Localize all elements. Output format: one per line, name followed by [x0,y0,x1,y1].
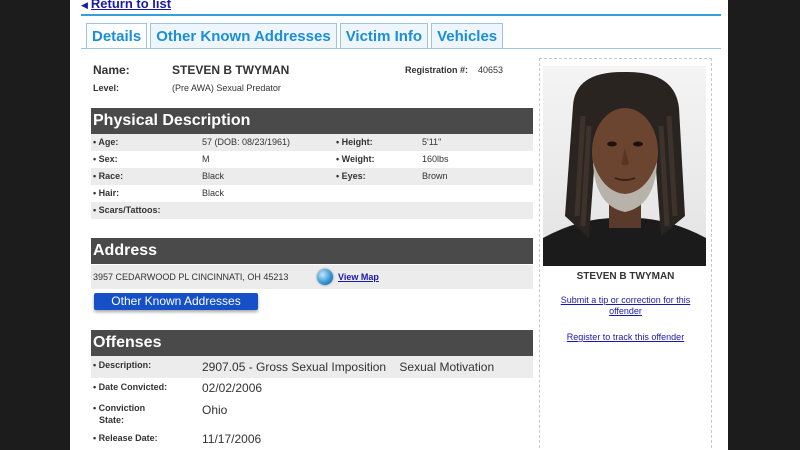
description-value: 2907.05 - Gross Sexual Imposition Sexual… [202,360,495,374]
race-label: • Race: [93,171,124,181]
sex-label: • Sex: [93,154,118,164]
offense-row-description: • Description: 2907.05 - Gross Sexual Im… [91,356,533,378]
offender-photo [543,66,706,266]
globe-icon[interactable] [317,269,333,285]
age-value: 57 (DOB: 08/23/1961) [202,137,291,147]
name-label: Name: [93,63,130,77]
offender-name: STEVEN B TWYMAN [172,63,290,77]
height-label: • Height: [336,137,373,147]
date-convicted-value: 02/02/2006 [202,381,263,395]
description-label: • Description: [93,360,152,370]
physical-row-scars: • Scars/Tattoos: [91,202,533,219]
conviction-state-value: Ohio [202,403,228,417]
eyes-label: • Eyes: [336,171,366,181]
arrow-left-icon: ◀ [81,0,88,10]
race-value: Black [202,171,225,181]
tab-victim-info[interactable]: Victim Info [339,23,429,48]
conviction-state-label-line2: State: [99,415,125,425]
registration-number: 40653 [478,65,504,75]
photo-caption: STEVEN B TWYMAN [576,271,675,282]
view-map-link[interactable]: View Map [338,265,379,289]
release-date-value: 11/17/2006 [202,432,262,446]
submit-tip-link-line1[interactable]: Submit a tip or correction for this [540,295,711,306]
header-divider [81,14,721,16]
registration-label: Registration #: [405,65,469,75]
weight-label: • Weight: [336,154,375,164]
physical-row-sex-weight: • Sex: M • Weight: 160lbs [91,151,533,168]
conviction-state-label-line1: • Conviction [93,403,146,413]
address-line: 3957 CEDARWOOD PL CINCINNATI, OH 45213 [93,272,289,282]
offender-detail-page: ◀ Return to list Details Other Known Addr… [70,0,728,450]
other-known-addresses-button[interactable]: Other Known Addresses [94,293,258,310]
level-label: Level: [93,83,120,93]
height-value: 5'11" [422,137,442,147]
offense-row-state: • Conviction State: Ohio [91,399,533,427]
physical-description-heading: Physical Description [91,108,533,134]
hair-value: Black [202,188,225,198]
offense-row-convicted: • Date Convicted: 02/02/2006 [91,378,533,398]
return-to-list-link[interactable]: ◀ Return to list [81,0,171,11]
scars-label: • Scars/Tattoos: [93,205,161,215]
offender-sidebar: STEVEN B TWYMAN Submit a tip or correcti… [539,58,712,450]
physical-row-race-eyes: • Race: Black • Eyes: Brown [91,168,533,185]
address-heading: Address [91,238,533,264]
weight-value: 160lbs [422,154,449,164]
register-track-link[interactable]: Register to track this offender [540,332,711,343]
submit-tip-link-line2[interactable]: offender [540,306,711,317]
tab-bar: Details Other Known Addresses Victim Inf… [86,23,504,49]
release-date-label: • Release Date: [93,433,158,443]
tab-other-known-addresses[interactable]: Other Known Addresses [150,23,337,48]
tab-divider [81,48,721,49]
physical-row-hair: • Hair: Black [91,185,533,202]
sex-value: M [202,154,210,164]
mugshot-illustration [543,71,706,266]
age-label: • Age: [93,137,119,147]
tab-details[interactable]: Details [86,23,148,49]
eyes-value: Brown [422,171,448,181]
offense-row-release: • Release Date: 11/17/2006 [91,428,533,448]
tab-vehicles[interactable]: Vehicles [431,23,504,48]
address-row: 3957 CEDARWOOD PL CINCINNATI, OH 45213 V… [91,265,533,289]
date-convicted-label: • Date Convicted: [93,382,168,392]
return-to-list-label: Return to list [90,0,172,11]
offender-level: (Pre AWA) Sexual Predator [172,83,281,93]
offenses-heading: Offenses [91,330,533,356]
physical-row-age-height: • Age: 57 (DOB: 08/23/1961) • Height: 5'… [91,134,533,151]
hair-label: • Hair: [93,188,120,198]
